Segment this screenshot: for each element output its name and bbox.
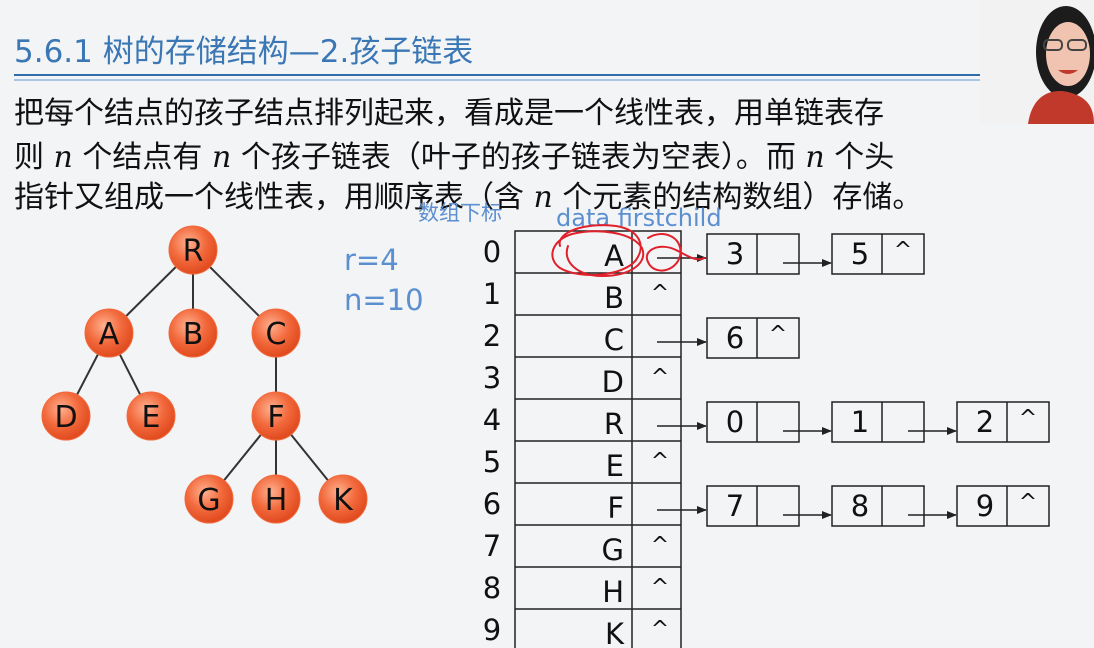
- array-index: 2: [483, 319, 501, 353]
- null-pointer: ^: [894, 238, 912, 263]
- tree-node-label: D: [54, 400, 77, 435]
- tree-node-label: F: [267, 400, 284, 435]
- null-pointer: ^: [651, 281, 669, 306]
- list-node-child: 6: [726, 321, 744, 355]
- list-node-child: 7: [726, 489, 744, 523]
- annotation-scribble: [551, 224, 645, 278]
- null-pointer: ^: [769, 322, 787, 347]
- tree-node-label: K: [333, 483, 354, 518]
- array-data-cell: F: [607, 491, 624, 525]
- annotation-scribble: [645, 233, 705, 272]
- presenter-webcam: [980, 0, 1094, 124]
- array-index: 6: [483, 487, 501, 521]
- list-node-child: 9: [976, 489, 994, 523]
- array-index-header: 数组下标: [418, 201, 502, 225]
- null-pointer: ^: [651, 533, 669, 558]
- array-index: 3: [483, 361, 501, 395]
- slide: 5.6.1 树的存储结构—2.孩子链表 把每个结点的孩子结点排列起来，看成是一个…: [0, 0, 1094, 648]
- tree-node-label: C: [266, 317, 287, 352]
- child-list-diagram: 数组下标 data firstchild r=4 n=10 RA B CD E FG H K…: [41, 201, 1050, 648]
- stat-r: r=4: [344, 243, 399, 277]
- tree-node-label: E: [142, 400, 161, 435]
- list-node: [831, 401, 925, 443]
- array-data-cell: G: [602, 533, 624, 567]
- array-data-cell: C: [604, 323, 624, 357]
- null-pointer: ^: [651, 365, 669, 390]
- null-pointer: ^: [1019, 406, 1037, 431]
- array-data-cell: E: [606, 449, 624, 483]
- tree-node-label: G: [197, 483, 220, 518]
- tree-node-label: R: [183, 234, 204, 269]
- tree-node-label: H: [265, 483, 288, 518]
- array-data-cell: B: [604, 281, 624, 315]
- tree: R A B C D E F G H K: [41, 225, 368, 524]
- tree-node-label: B: [183, 317, 204, 352]
- list-node-child: 3: [726, 237, 744, 271]
- array-data-cell: R: [604, 407, 624, 441]
- array-index: 5: [483, 445, 501, 479]
- array-index: 8: [483, 571, 501, 605]
- array-index: 0: [483, 235, 501, 269]
- list-node: [706, 401, 800, 443]
- tree-node-label: A: [99, 317, 120, 352]
- list-node-child: 8: [851, 489, 869, 523]
- list-node: [706, 485, 800, 527]
- array-data-cell: H: [602, 575, 624, 609]
- array-index: 1: [483, 277, 501, 311]
- list-node: [831, 485, 925, 527]
- null-pointer: ^: [1019, 490, 1037, 515]
- array-data-cell: A: [604, 239, 624, 273]
- null-pointer: ^: [651, 575, 669, 600]
- child-lists: 3 5 ^ 6 ^ 0 1 2 ^ 7 8 9 ^: [657, 233, 1050, 527]
- list-node: [706, 233, 800, 275]
- null-pointer: ^: [651, 449, 669, 474]
- array-index: 4: [483, 403, 501, 437]
- array-data-cell: K: [605, 617, 625, 648]
- array-index: 9: [483, 613, 501, 647]
- null-pointer: ^: [651, 617, 669, 642]
- array-index: 7: [483, 529, 501, 563]
- list-node-child: 2: [976, 405, 994, 439]
- presenter-avatar: [980, 0, 1094, 124]
- list-node-child: 5: [851, 237, 869, 271]
- list-node-child: 1: [851, 405, 869, 439]
- stat-n: n=10: [344, 283, 424, 317]
- head-array: 0 A 1 B ^ 2 C 3 D ^ 4 R 5 E ^ 6 F 7 G ^ 8 H ^ 9 K ^: [483, 230, 682, 648]
- array-data-cell: D: [602, 365, 624, 399]
- list-node-child: 0: [726, 405, 744, 439]
